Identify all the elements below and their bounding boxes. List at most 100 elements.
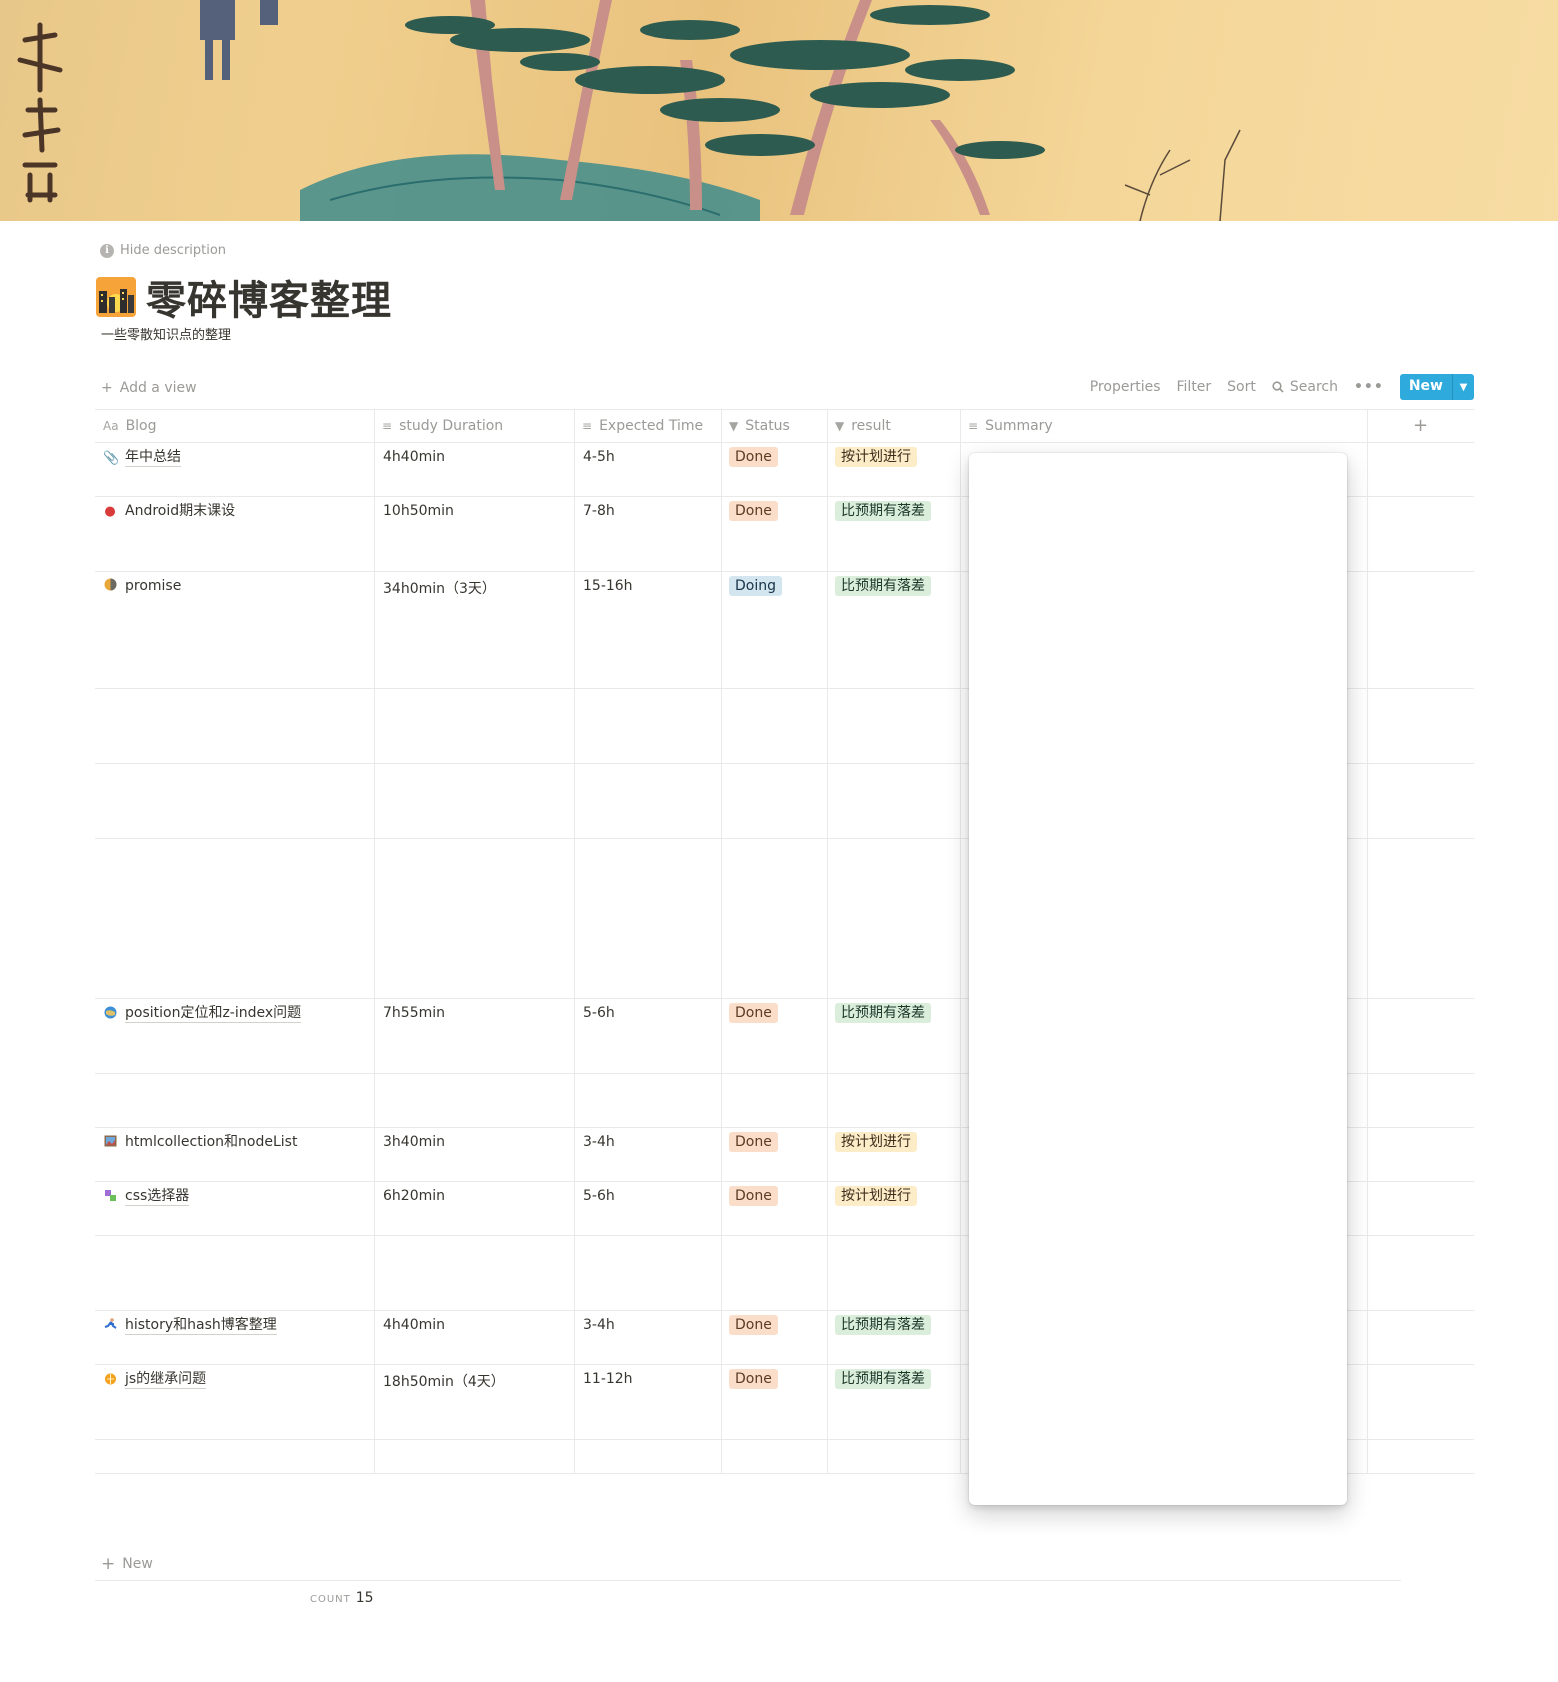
column-header-summary[interactable]: ≡ Summary xyxy=(960,409,1053,442)
runner-icon xyxy=(103,1317,117,1335)
status-cell[interactable]: Done xyxy=(729,501,778,521)
table-row[interactable]: position定位和z-index问题 xyxy=(103,1005,302,1023)
sort-button[interactable]: Sort xyxy=(1227,379,1256,395)
column-header-study-duration[interactable]: ≡ study Duration xyxy=(374,409,503,442)
result-cell[interactable]: 按计划进行 xyxy=(835,1132,917,1152)
status-badge: Done xyxy=(729,1369,778,1389)
add-row-label: New xyxy=(122,1556,153,1572)
add-row-button[interactable]: + New xyxy=(101,1554,153,1574)
study-duration-cell[interactable]: 18h50min（4天） xyxy=(383,1371,505,1391)
column-header-blog[interactable]: Aa Blog xyxy=(95,409,157,442)
status-cell[interactable]: Doing xyxy=(729,576,782,596)
search-icon xyxy=(1272,381,1284,393)
framed-picture-icon xyxy=(103,1135,117,1151)
info-icon: i xyxy=(100,243,114,258)
result-badge: 比预期有落差 xyxy=(835,576,931,596)
new-button[interactable]: New ▼ xyxy=(1399,374,1474,400)
blog-title[interactable]: promise xyxy=(125,578,181,595)
text-property-icon: ≡ xyxy=(582,418,593,433)
blog-title[interactable]: history和hash博客整理 xyxy=(125,1317,277,1335)
page-title[interactable]: 零碎博客整理 xyxy=(96,268,392,326)
expected-time-cell[interactable]: 3-4h xyxy=(583,1317,615,1333)
more-options-icon[interactable]: ••• xyxy=(1354,379,1384,395)
result-cell[interactable]: 比预期有落差 xyxy=(835,1003,931,1023)
table-row[interactable]: css选择器 xyxy=(103,1188,190,1206)
cover-painting xyxy=(17,0,1241,221)
expected-time-cell[interactable]: 3-4h xyxy=(583,1134,615,1150)
count-value: 15 xyxy=(355,1590,374,1606)
study-duration-cell[interactable]: 3h40min xyxy=(383,1134,445,1150)
result-badge: 按计划进行 xyxy=(835,1186,917,1206)
page-description[interactable]: 一些零散知识点的整理 xyxy=(101,324,231,343)
table-row[interactable]: htmlcollection和nodeList xyxy=(103,1134,297,1151)
result-cell[interactable]: 比预期有落差 xyxy=(835,1369,931,1389)
study-duration-cell[interactable]: 4h40min xyxy=(383,1317,445,1333)
status-cell[interactable]: Done xyxy=(729,447,778,467)
study-duration-cell[interactable]: 4h40min xyxy=(383,449,445,465)
status-badge: Done xyxy=(729,447,778,467)
status-badge: Doing xyxy=(729,576,782,596)
page-cover-image[interactable] xyxy=(0,0,1558,221)
table-row[interactable]: history和hash博客整理 xyxy=(103,1317,277,1335)
blog-title[interactable]: 年中总结 xyxy=(125,449,181,467)
status-cell[interactable]: Done xyxy=(729,1315,778,1335)
column-header-expected-time[interactable]: ≡ Expected Time xyxy=(574,409,703,442)
expected-time-cell[interactable]: 5-6h xyxy=(583,1005,615,1021)
blog-title[interactable]: css选择器 xyxy=(125,1188,190,1206)
result-cell[interactable]: 比预期有落差 xyxy=(835,501,931,521)
add-view-button[interactable]: + Add a view xyxy=(101,380,197,396)
expected-time-cell[interactable]: 5-6h xyxy=(583,1188,615,1204)
result-badge: 比预期有落差 xyxy=(835,1315,931,1335)
status-badge: Done xyxy=(729,501,778,521)
blog-title[interactable]: Android期末课设 xyxy=(125,503,235,520)
page-title-text[interactable]: 零碎博客整理 xyxy=(146,268,392,326)
expected-time-cell[interactable]: 7-8h xyxy=(583,503,615,519)
expected-time-cell[interactable]: 15-16h xyxy=(583,578,633,594)
plus-icon: + xyxy=(101,1554,116,1574)
count-summary[interactable]: COUNT 15 xyxy=(310,1590,374,1606)
table-row[interactable]: 📎 年中总结 xyxy=(103,449,181,467)
blog-title[interactable]: position定位和z-index问题 xyxy=(125,1005,302,1023)
column-header-result[interactable]: ▼ result xyxy=(827,409,891,442)
status-badge: Done xyxy=(729,1186,778,1206)
new-button-label[interactable]: New xyxy=(1400,374,1452,400)
result-cell[interactable]: 比预期有落差 xyxy=(835,1315,931,1335)
table-row[interactable]: ● Android期末课设 xyxy=(103,503,235,520)
title-property-icon: Aa xyxy=(103,418,119,433)
blog-title[interactable]: js的继承问题 xyxy=(125,1371,207,1389)
properties-button[interactable]: Properties xyxy=(1090,379,1161,395)
summary-popup[interactable] xyxy=(969,453,1347,1505)
study-duration-cell[interactable]: 6h20min xyxy=(383,1188,445,1204)
result-badge: 比预期有落差 xyxy=(835,1003,931,1023)
table-row[interactable]: promise xyxy=(103,578,181,595)
study-duration-cell[interactable]: 34h0min（3天） xyxy=(383,578,496,598)
expected-time-cell[interactable]: 4-5h xyxy=(583,449,615,465)
chevron-down-icon[interactable]: ▼ xyxy=(1452,374,1474,400)
add-view-label: Add a view xyxy=(119,380,197,396)
hide-description-button[interactable]: i Hide description xyxy=(100,243,226,258)
column-header-status[interactable]: ▼ Status xyxy=(721,409,790,442)
table-row[interactable]: js的继承问题 xyxy=(103,1371,207,1389)
result-cell[interactable]: 按计划进行 xyxy=(835,1186,917,1206)
select-property-icon: ▼ xyxy=(835,418,845,433)
status-cell[interactable]: Done xyxy=(729,1132,778,1152)
pin-icon: ● xyxy=(104,504,116,519)
search-button[interactable]: Search xyxy=(1272,379,1338,395)
study-duration-cell[interactable]: 10h50min xyxy=(383,503,454,519)
result-cell[interactable]: 按计划进行 xyxy=(835,447,917,467)
status-cell[interactable]: Done xyxy=(729,1369,778,1389)
status-cell[interactable]: Done xyxy=(729,1186,778,1206)
status-badge: Done xyxy=(729,1003,778,1023)
blog-title[interactable]: htmlcollection和nodeList xyxy=(125,1134,297,1151)
result-cell[interactable]: 比预期有落差 xyxy=(835,576,931,596)
status-cell[interactable]: Done xyxy=(729,1003,778,1023)
filter-button[interactable]: Filter xyxy=(1177,379,1212,395)
text-property-icon: ≡ xyxy=(968,418,979,433)
result-badge: 比预期有落差 xyxy=(835,501,931,521)
hide-description-label: Hide description xyxy=(120,243,227,258)
study-duration-cell[interactable]: 7h55min xyxy=(383,1005,445,1021)
add-property-button[interactable]: + xyxy=(1367,409,1474,442)
half-moon-icon xyxy=(103,578,117,595)
plus-icon: + xyxy=(1412,415,1429,436)
expected-time-cell[interactable]: 11-12h xyxy=(583,1371,633,1387)
